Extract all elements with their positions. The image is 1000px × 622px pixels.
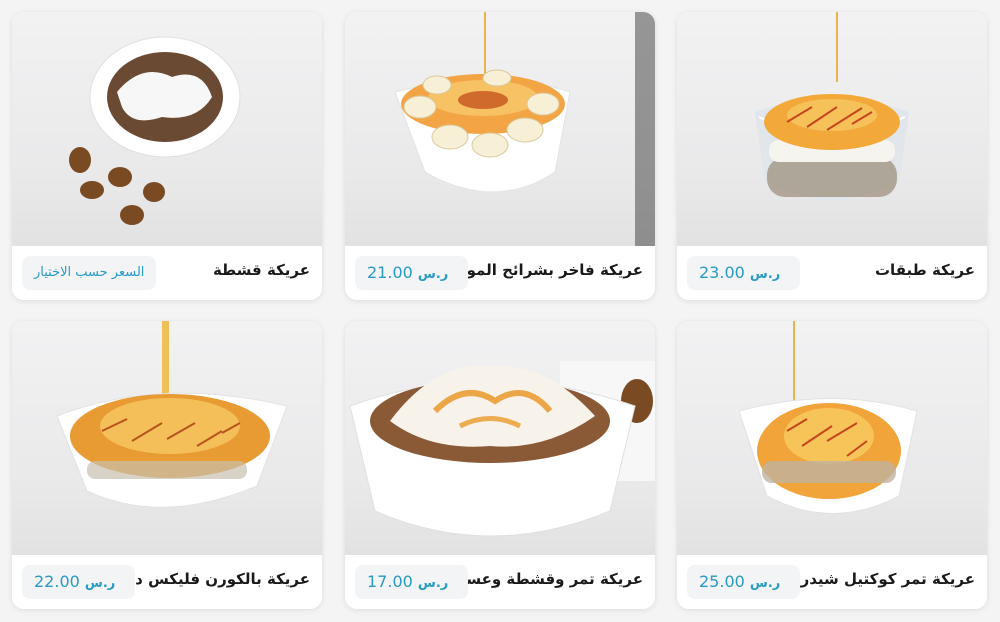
product-grid: عريكة طبقات ر.س 23.00 عريكة فاخر بشرائح …	[0, 0, 1000, 622]
price-badge: ر.س 25.00	[687, 565, 801, 599]
price-value: 23.00	[699, 263, 745, 282]
product-info: عريكة قشطة السعر حسب الاختيار	[12, 246, 322, 300]
product-name: عريكة طبقات	[874, 261, 975, 279]
product-info: عريكة تمر وقشطة وعسل ر.س 17.00	[345, 555, 655, 609]
price-value: 22.00	[34, 572, 80, 591]
riyal-currency-icon: ر.س	[749, 267, 781, 282]
product-name: عريكة تمر وقشطة وعسل	[452, 570, 643, 588]
product-image	[345, 12, 655, 246]
product-name: عريكة فاخر بشرائح الموز	[458, 261, 643, 279]
product-image	[677, 12, 987, 246]
product-info: عريكة فاخر بشرائح الموز ر.س 21.00	[345, 246, 655, 300]
price-badge: ر.س 17.00	[355, 565, 469, 599]
riyal-currency-icon: ر.س	[749, 576, 781, 591]
product-card-cream[interactable]: عريكة قشطة السعر حسب الاختيار	[12, 12, 322, 300]
product-card-cheddar[interactable]: عريكة تمر كوكتيل شيدر ر.س 25.00	[677, 321, 987, 609]
riyal-currency-icon: ر.س	[417, 267, 449, 282]
product-name: عريكة تمر كوكتيل شيدر	[800, 570, 975, 588]
product-image	[345, 321, 655, 555]
product-info: عريكة طبقات ر.س 23.00	[677, 246, 987, 300]
product-image	[12, 12, 322, 246]
riyal-currency-icon: ر.س	[84, 576, 116, 591]
product-image	[12, 321, 322, 555]
price-value: 21.00	[367, 263, 413, 282]
product-card-dates-honey[interactable]: عريكة تمر وقشطة وعسل ر.س 17.00	[345, 321, 655, 609]
product-image	[677, 321, 987, 555]
price-badge: ر.س 21.00	[355, 256, 469, 290]
product-card-layers[interactable]: عريكة طبقات ر.س 23.00	[677, 12, 987, 300]
price-badge: ر.س 22.00	[22, 565, 136, 599]
product-card-cornflakes[interactable]: عريكة بالكورن فليكس ديلوكس ر.س 22.00	[12, 321, 322, 609]
product-info: عريكة بالكورن فليكس ديلوكس ر.س 22.00	[12, 555, 322, 609]
product-card-banana[interactable]: عريكة فاخر بشرائح الموز ر.س 21.00	[345, 12, 655, 300]
product-info: عريكة تمر كوكتيل شيدر ر.س 25.00	[677, 555, 987, 609]
price-badge: السعر حسب الاختيار	[22, 256, 157, 290]
price-value: 25.00	[699, 572, 745, 591]
riyal-currency-icon: ر.س	[417, 576, 449, 591]
price-badge: ر.س 23.00	[687, 256, 801, 290]
product-name: عريكة قشطة	[212, 261, 310, 279]
price-value: 17.00	[367, 572, 413, 591]
